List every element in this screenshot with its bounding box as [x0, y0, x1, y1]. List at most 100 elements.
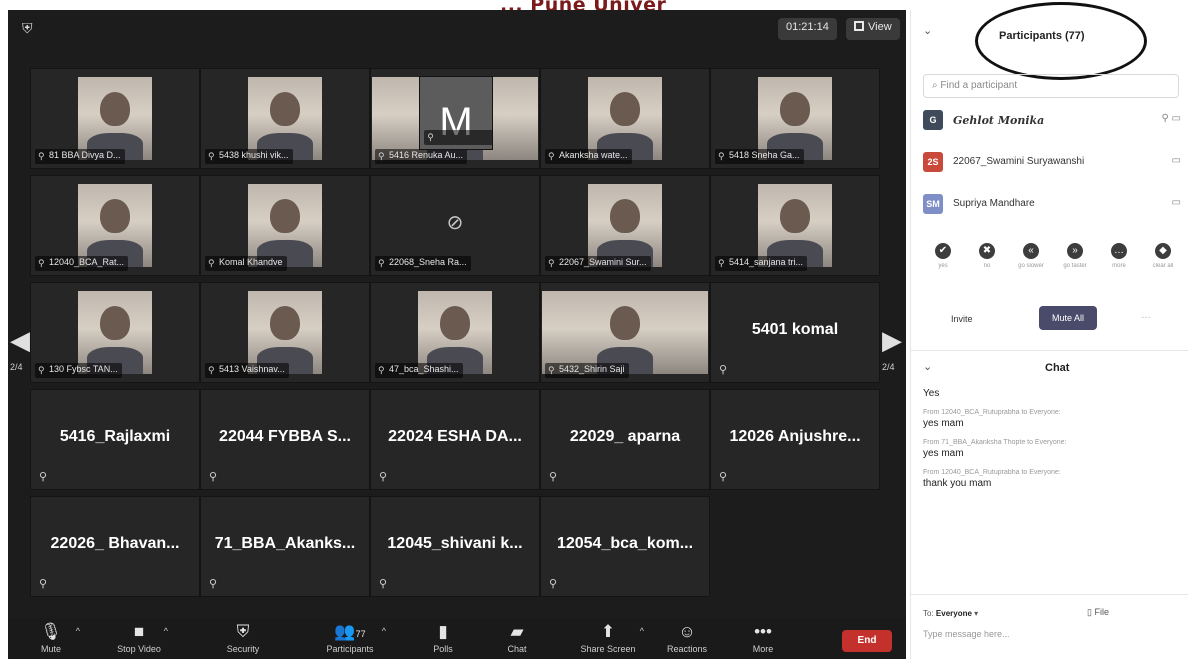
- chat-header: ⌄ Chat: [911, 356, 1188, 380]
- participant-search-input[interactable]: ⌕ Find a participant: [923, 74, 1179, 98]
- more-button[interactable]: ••• More: [728, 622, 798, 654]
- participant-head: [270, 305, 300, 340]
- participant-tile[interactable]: 22024 ESHA DA... ⚲: [370, 389, 540, 490]
- participant-name-tag: ⚲ Komal Khandve: [205, 256, 287, 271]
- participant-video-feed: [248, 184, 322, 267]
- reactions-button[interactable]: ☺ Reactions: [652, 622, 722, 654]
- stop-video-button[interactable]: ■ Stop Video ^: [104, 622, 174, 654]
- participant-tile[interactable]: 12045_shivani k... ⚲: [370, 496, 540, 597]
- chat-message: From 71_BBA_Akanksha Thopte to Everyone:…: [923, 439, 1173, 459]
- chevron-down-icon[interactable]: ⌄: [923, 24, 932, 37]
- muted-microphone-icon: ⚲: [38, 365, 45, 375]
- feedback-clear-all-button[interactable]: ◆ clear all: [1143, 240, 1183, 269]
- chat-message-input[interactable]: Type message here...: [923, 629, 1010, 639]
- chat-button[interactable]: ▰ Chat: [482, 622, 552, 654]
- participants-button[interactable]: 👥77 Participants ^: [308, 622, 392, 654]
- chevron-up-icon[interactable]: ^: [76, 626, 80, 636]
- participant-name: 5432_Shirin Saji: [559, 364, 625, 374]
- invite-button[interactable]: Invite: [951, 314, 973, 324]
- participant-avatar: 2S: [923, 152, 943, 172]
- participant-tile[interactable]: 22044 FYBBA S... ⚲: [200, 389, 370, 490]
- participant-tile[interactable]: 5416_Rajlaxmi ⚲: [30, 389, 200, 490]
- view-button[interactable]: View: [846, 18, 900, 40]
- share-screen-button[interactable]: ⬆ Share Screen ^: [566, 622, 650, 654]
- participant-tile[interactable]: 22026_ Bhavan... ⚲: [30, 496, 200, 597]
- participant-tile[interactable]: ⚲ 130 Fybsc TAN...: [30, 282, 200, 383]
- muted-microphone-icon: ⚲: [209, 471, 218, 483]
- chevron-up-icon[interactable]: ^: [640, 626, 644, 636]
- participant-tile[interactable]: ⊘ ⚲ 22068_Sneha Ra...: [370, 175, 540, 276]
- participant-name: 5414_sanjana tri...: [729, 257, 804, 267]
- more-options-icon[interactable]: …: [1141, 310, 1151, 321]
- participant-tile[interactable]: ⚲ 5414_sanjana tri...: [710, 175, 880, 276]
- meeting-top-bar: ⛨ 01:21:14 View: [8, 10, 906, 50]
- participant-tile[interactable]: M⚲22028_Kirti Mol...: [419, 76, 493, 150]
- chevron-up-icon[interactable]: ^: [382, 626, 386, 636]
- feedback-yes-button[interactable]: ✔ yes: [923, 240, 963, 269]
- muted-microphone-icon: ⚲: [378, 258, 385, 268]
- mute-button[interactable]: 🎙 Mute ^: [16, 622, 86, 654]
- feedback-go-slower-button[interactable]: « go slower: [1011, 240, 1051, 269]
- chat-message: Yes: [923, 386, 1173, 399]
- participant-tile[interactable]: ⚲ Komal Khandve: [200, 175, 370, 276]
- muted-microphone-icon: ⚲: [208, 151, 215, 161]
- participant-head: [780, 91, 810, 126]
- muted-microphone-icon: ⚲: [39, 578, 48, 590]
- feedback-no-button[interactable]: ✖ no: [967, 240, 1007, 269]
- participant-display-name: 12054_bca_kom...: [556, 535, 694, 552]
- muted-microphone-icon: ⚲: [378, 151, 385, 161]
- participant-tile[interactable]: ⚲ 22067_Swamini Sur...: [540, 175, 710, 276]
- participant-tile[interactable]: ⚲ 12040_BCA_Rat...: [30, 175, 200, 276]
- right-sidebar: ⌄ Participants (77) ⌕ Find a participant…: [910, 2, 1188, 659]
- participants-icon: 👥77: [334, 622, 366, 641]
- participant-status-icons: ▭: [1172, 197, 1181, 208]
- feedback-go-faster-button[interactable]: » go faster: [1055, 240, 1095, 269]
- end-meeting-button[interactable]: End: [842, 630, 892, 652]
- file-button[interactable]: ▯ File: [1087, 607, 1109, 618]
- participant-tile[interactable]: ⚲ 5413 Vaishnav...: [200, 282, 370, 383]
- chevron-down-icon[interactable]: ⌄: [923, 360, 932, 373]
- participant-tile[interactable]: 22029_ aparna ⚲: [540, 389, 710, 490]
- participant-name-tag: ⚲ 5438 khushi vik...: [205, 149, 293, 164]
- gallery-grid: ⚲ 81 BBA Divya D... ⚲ 5438 khushi vik... ⚲ 54…: [30, 68, 882, 616]
- muted-microphone-icon: ⚲: [427, 132, 434, 142]
- participant-display-name: 22024 ESHA DA...: [388, 428, 522, 445]
- feedback-label: no: [983, 263, 991, 269]
- participant-name-tag: ⚲ 81 BBA Divya D...: [35, 149, 125, 164]
- participant-head: [100, 305, 130, 340]
- encryption-shield-icon[interactable]: ⛨: [22, 20, 36, 36]
- participant-tile[interactable]: 12026 Anjushre... ⚲: [710, 389, 880, 490]
- participant-head: [610, 91, 640, 126]
- participants-count: 77: [355, 629, 366, 639]
- participant-tile[interactable]: 12054_bca_kom... ⚲: [540, 496, 710, 597]
- participant-row[interactable]: 2S 22067_Swamini Suryawanshi ▭: [923, 146, 1185, 188]
- participant-status-icons: ▭: [1172, 155, 1181, 166]
- participant-tile[interactable]: ⚲ Akanksha wate...: [540, 68, 710, 169]
- chevron-up-icon[interactable]: ^: [164, 626, 168, 636]
- security-button[interactable]: ⛨ Security: [208, 622, 278, 654]
- feedback-more-button[interactable]: … more: [1099, 240, 1139, 269]
- smiley-icon: ☺: [678, 622, 696, 641]
- participant-row[interactable]: SM Supriya Mandhare ▭: [923, 188, 1185, 230]
- chat-message-sender: From 71_BBA_Akanksha Thopte to Everyone:: [923, 439, 1067, 446]
- participant-tile[interactable]: 71_BBA_Akanks... ⚲: [200, 496, 370, 597]
- participant-tile[interactable]: ⚲ 81 BBA Divya D...: [30, 68, 200, 169]
- participant-name-tag: ⚲ 22067_Swamini Sur...: [545, 256, 651, 271]
- mute-all-button[interactable]: Mute All: [1039, 306, 1097, 330]
- participant-tile[interactable]: ⚲ 5418 Sneha Ga...: [710, 68, 880, 169]
- muted-microphone-icon: ⚲: [549, 578, 558, 590]
- chat-bubble-icon: ▰: [510, 622, 524, 641]
- participant-tile[interactable]: 5401 komal ⚲: [710, 282, 880, 383]
- participant-tile[interactable]: ⚲ 47_bca_Shashi...: [370, 282, 540, 383]
- muted-microphone-icon: ⚲: [548, 365, 555, 375]
- previous-page-arrow-icon[interactable]: ◀: [10, 326, 30, 354]
- feedback-icon: ✖: [979, 243, 995, 259]
- recipient-selector[interactable]: To: Everyone ▾: [923, 609, 978, 618]
- participant-tile[interactable]: ⚲ 5432_Shirin Saji: [540, 282, 710, 383]
- participant-row[interactable]: G Gehlot Monika ⚲ ▭: [923, 104, 1185, 146]
- video-camera-icon: ▭: [1171, 155, 1181, 166]
- participant-tile[interactable]: ⚲ 5438 khushi vik...: [200, 68, 370, 169]
- polls-button[interactable]: ▮ Polls: [408, 622, 478, 654]
- next-page-arrow-icon[interactable]: ▶: [882, 326, 902, 354]
- participant-video-feed: [758, 184, 832, 267]
